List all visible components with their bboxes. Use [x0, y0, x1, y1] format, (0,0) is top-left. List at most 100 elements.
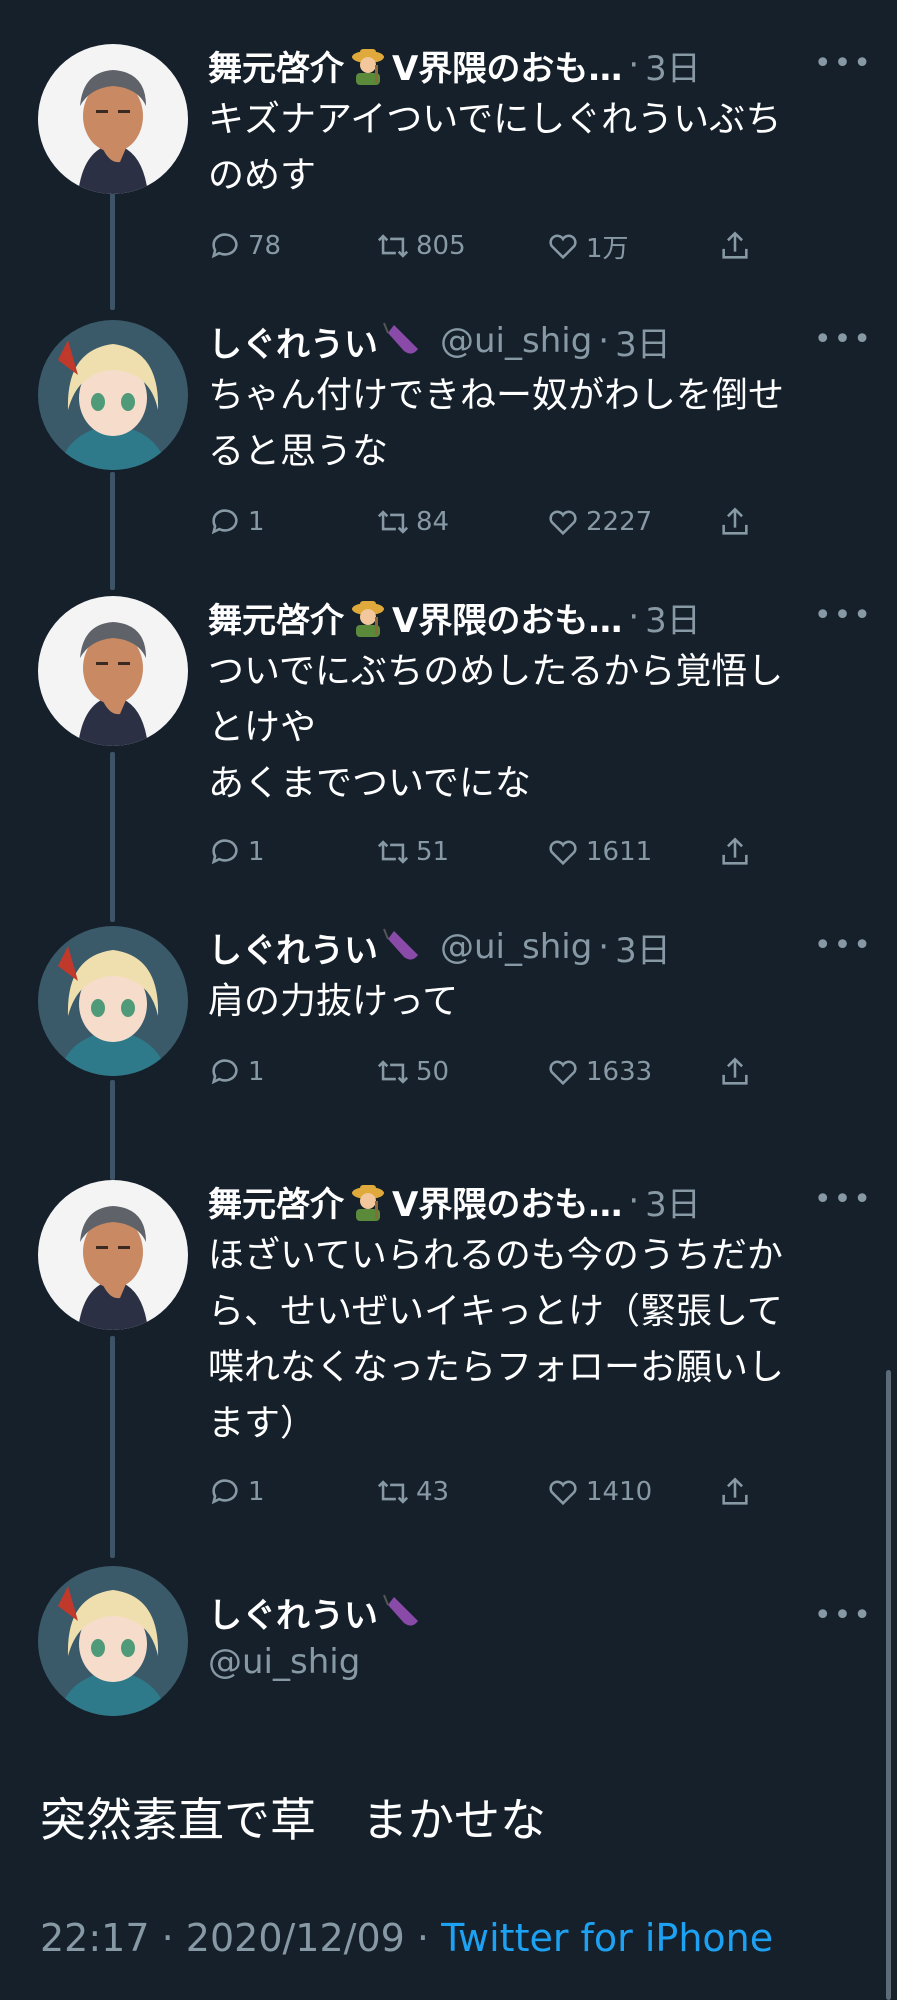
avatar-maimoto[interactable]: [38, 1180, 188, 1330]
reply-count: 1: [248, 1057, 265, 1087]
timestamp[interactable]: 3日: [615, 317, 671, 366]
tweet-meta: 22:17 · 2020/12/09 · Twitter for iPhone: [40, 1916, 773, 1960]
retweet-icon: [377, 1060, 409, 1084]
like-button[interactable]: 1410: [546, 1475, 652, 1509]
more-icon[interactable]: •••: [814, 322, 873, 357]
retweet-count: 51: [416, 837, 450, 867]
share-icon: [722, 231, 748, 259]
display-name[interactable]: しぐれうい: [208, 1588, 378, 1637]
reply-icon: [211, 1479, 238, 1505]
display-name[interactable]: しぐれうい: [208, 923, 378, 972]
tweet-source-link[interactable]: Twitter for iPhone: [441, 1916, 773, 1960]
timestamp[interactable]: 3日: [645, 41, 701, 90]
tweet-text: 肩の力抜けって: [208, 981, 459, 1022]
retweet-icon: [377, 1480, 409, 1504]
reply-button[interactable]: 1: [208, 1475, 265, 1509]
more-icon[interactable]: •••: [814, 46, 873, 81]
avatar-shigure-ui[interactable]: [38, 926, 188, 1076]
share-icon: [722, 837, 748, 865]
reply-count: 1: [248, 507, 265, 537]
separator-dot: ·: [598, 927, 610, 967]
share-button[interactable]: [718, 1475, 758, 1509]
share-button[interactable]: [718, 229, 758, 263]
umbrella-emoji-icon: [383, 928, 418, 960]
avatar-shigure-ui[interactable]: [38, 320, 188, 470]
like-count: 1万: [586, 233, 629, 264]
tweet-date: 2020/12/09: [185, 1916, 405, 1960]
retweet-button[interactable]: 51: [376, 835, 449, 869]
thread-line: [110, 1080, 115, 1180]
timestamp[interactable]: 3日: [645, 1177, 701, 1226]
share-icon: [722, 1477, 748, 1505]
farmer-emoji-icon: [352, 49, 384, 85]
reply-count: 1: [248, 1477, 265, 1507]
like-count: 1633: [586, 1057, 653, 1087]
avatar-maimoto[interactable]: [38, 44, 188, 194]
farmer-emoji-icon: [352, 601, 384, 637]
timestamp[interactable]: 3日: [645, 593, 701, 642]
timestamp[interactable]: 3日: [615, 923, 671, 972]
heart-icon: [549, 840, 577, 866]
more-icon[interactable]: •••: [814, 1182, 873, 1217]
tweet-text: ほざいていられるのも今のうちだか ら、せいぜいイキっとけ（緊張して 喋れなくなっ…: [208, 1235, 785, 1444]
display-name-suffix[interactable]: V界隈のおも…: [392, 41, 622, 90]
share-button[interactable]: [718, 835, 758, 869]
separator-dot: ·: [161, 1916, 174, 1960]
tweet-actions: 1 50 1633: [208, 1052, 768, 1092]
more-icon[interactable]: •••: [814, 598, 873, 633]
display-name[interactable]: しぐれうい: [208, 317, 378, 366]
farmer-emoji-icon: [352, 1185, 384, 1221]
retweet-count: 50: [416, 1057, 450, 1087]
reply-count: 1: [248, 837, 265, 867]
tweet-header: 舞元啓介 V界隈のおも… · 3日 •••: [208, 592, 873, 642]
display-name-suffix[interactable]: V界隈のおも…: [392, 1177, 622, 1226]
more-icon[interactable]: •••: [814, 1598, 873, 1633]
tweet-header: しぐれうい @ui_shig · 3日 •••: [208, 922, 873, 972]
display-name[interactable]: 舞元啓介: [208, 41, 344, 90]
share-button[interactable]: [718, 505, 758, 539]
user-handle[interactable]: @ui_shig: [208, 1642, 360, 1682]
reply-button[interactable]: 1: [208, 505, 265, 539]
like-button[interactable]: 1633: [546, 1055, 652, 1089]
retweet-button[interactable]: 805: [376, 229, 466, 263]
tweet-actions: 1 43 1410: [208, 1472, 768, 1512]
more-icon[interactable]: •••: [814, 928, 873, 963]
umbrella-emoji-icon: [383, 322, 418, 354]
separator-dot: ·: [598, 321, 610, 361]
tweet-text: 突然素直で草 まかせな: [40, 1793, 546, 1847]
tweet-text: ちゃん付けできねー奴がわしを倒せ ると思うな: [208, 375, 785, 472]
user-handle[interactable]: @ui_shig: [440, 321, 592, 361]
like-button[interactable]: 1万: [546, 228, 629, 265]
retweet-icon: [377, 510, 409, 534]
retweet-button[interactable]: 84: [376, 505, 449, 539]
avatar-maimoto[interactable]: [38, 596, 188, 746]
user-handle[interactable]: @ui_shig: [440, 927, 592, 967]
reply-icon: [211, 839, 238, 865]
reply-button[interactable]: 1: [208, 1055, 265, 1089]
like-count: 1611: [586, 837, 653, 867]
like-button[interactable]: 1611: [546, 835, 652, 869]
scrollbar[interactable]: [886, 1370, 891, 2000]
reply-icon: [211, 233, 238, 259]
display-name[interactable]: 舞元啓介: [208, 1177, 344, 1226]
like-count: 2227: [586, 507, 653, 537]
tweet-text: キズナアイついでにしぐれういぶち のめす: [208, 99, 782, 196]
retweet-button[interactable]: 43: [376, 1475, 449, 1509]
tweet-actions: 1 84 2227: [208, 502, 768, 542]
share-icon: [722, 1057, 748, 1085]
retweet-button[interactable]: 50: [376, 1055, 449, 1089]
retweet-icon: [377, 840, 409, 864]
avatar-shigure-ui[interactable]: [38, 1566, 188, 1716]
display-name[interactable]: 舞元啓介: [208, 593, 344, 642]
like-button[interactable]: 2227: [546, 505, 652, 539]
tweet-time: 22:17: [40, 1916, 150, 1960]
heart-icon: [549, 1060, 577, 1086]
reply-button[interactable]: 1: [208, 835, 265, 869]
reply-button[interactable]: 78: [208, 229, 281, 263]
tweet-text: ついでにぶちのめしたるから覚悟し とけや あくまでついでにな: [208, 651, 784, 804]
separator-dot: ·: [628, 597, 640, 637]
display-name-suffix[interactable]: V界隈のおも…: [392, 593, 622, 642]
focus-name-row: しぐれうい: [208, 1588, 426, 1637]
heart-icon: [549, 510, 577, 536]
share-button[interactable]: [718, 1055, 758, 1089]
